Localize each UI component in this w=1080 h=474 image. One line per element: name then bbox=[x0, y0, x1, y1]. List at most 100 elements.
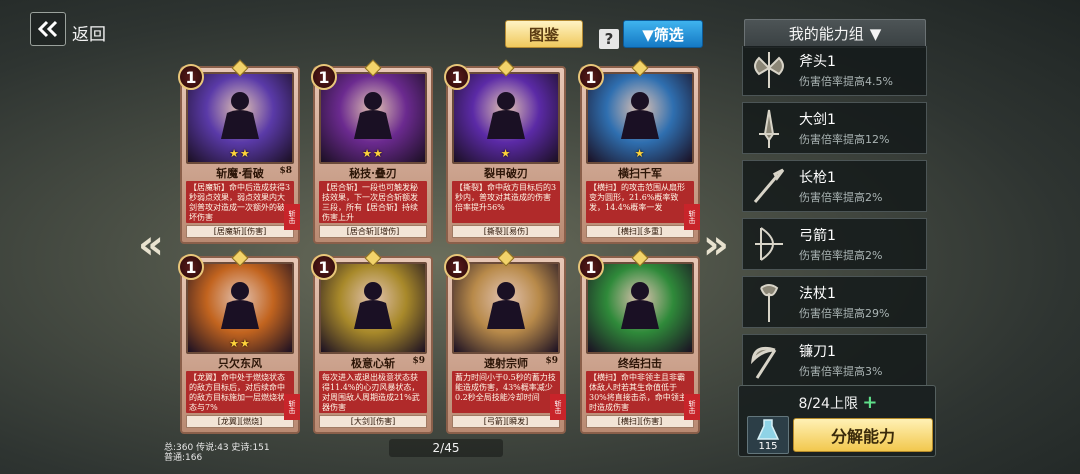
card-cost: 1 bbox=[311, 254, 337, 280]
bow-icon bbox=[747, 222, 791, 266]
card-cost: 1 bbox=[578, 254, 604, 280]
scythe-icon bbox=[747, 338, 791, 382]
card-art: ★ bbox=[586, 72, 694, 164]
card-tags: [龙翼][燃烧] bbox=[186, 415, 294, 428]
card-ribbon: 斩击 bbox=[284, 204, 300, 230]
ability-list[interactable]: 斧头1 伤害倍率提高4.5% 大剑1 伤害倍率提高12% 长枪1 伤害倍率提高2… bbox=[742, 46, 927, 386]
card-stats: 总:360 传说:43 史诗:151 普通:166 bbox=[164, 443, 270, 463]
double-chevron-left-icon bbox=[37, 20, 58, 38]
decompose-button[interactable]: 分解能力 bbox=[793, 418, 933, 452]
back-button[interactable] bbox=[30, 12, 66, 46]
card-cost: 1 bbox=[444, 254, 470, 280]
chevron-down-icon: ▼ bbox=[869, 24, 882, 43]
ability-name: 长枪1 bbox=[799, 170, 836, 186]
card-art bbox=[319, 262, 427, 354]
stats-line-2: 普通:166 bbox=[164, 453, 203, 463]
ability-name: 镰刀1 bbox=[799, 344, 836, 360]
ability-list-item[interactable]: 斧头1 伤害倍率提高4.5% bbox=[742, 46, 927, 96]
ability-card[interactable]: 1 ★★ 斩魔·看破 $8 【居魔斩】命中后造成获得3秒弱点效果，弱点效果内大剑… bbox=[178, 59, 300, 244]
card-stars: ★ bbox=[634, 147, 646, 160]
filter-button[interactable]: ▼筛选 bbox=[623, 20, 703, 48]
ability-group-title: 我的能力组 bbox=[788, 25, 864, 43]
add-capacity-icon[interactable]: + bbox=[862, 392, 877, 413]
codex-button[interactable]: 图鉴 bbox=[505, 20, 583, 48]
ability-name: 弓箭1 bbox=[799, 228, 836, 244]
capacity-text: 8/24上限 + bbox=[739, 392, 937, 413]
card-name: 秘技·叠刃 bbox=[349, 167, 397, 180]
greatsword-icon bbox=[747, 106, 791, 150]
capacity-panel: 8/24上限 + 115 分解能力 bbox=[738, 385, 936, 457]
card-stars: ★★ bbox=[229, 337, 251, 350]
ability-card[interactable]: 1 速射宗师 $9 蓄力时间小于0.5秒的蓄力技能造成伤害，43%概率减少0.2… bbox=[444, 249, 566, 434]
silhouette-icon bbox=[221, 92, 259, 139]
card-stars: ★ bbox=[500, 147, 512, 160]
card-stars: ★★ bbox=[362, 147, 384, 160]
ability-card[interactable]: 1 极意心斩 $9 每次进入或退出极意状态获得11.4%的心刃风暴状态，对周围敌… bbox=[311, 249, 433, 434]
ability-name: 大剑1 bbox=[799, 112, 836, 128]
card-ribbon: 斩击 bbox=[550, 394, 566, 420]
card-tags: [横扫][伤害] bbox=[586, 415, 694, 428]
card-tags: [撕裂][易伤] bbox=[452, 225, 560, 238]
card-description: 【横扫】命中非领主且非霸体敌人时若其生命值低于30%将直接击杀，命中领主时造成伤… bbox=[586, 371, 694, 413]
ability-card[interactable]: 1 ★ 裂甲破刃 【撕裂】命中敌方目标后的3秒内，普攻对其造成的伤害倍率提升56… bbox=[444, 59, 566, 244]
silhouette-icon bbox=[487, 92, 525, 139]
potion-count: 115 bbox=[758, 441, 778, 452]
ability-text: 长枪1 伤害倍率提高2% bbox=[799, 167, 882, 205]
card-name: 极意心斩 bbox=[351, 357, 395, 370]
card-art bbox=[452, 262, 560, 354]
card-description: 【横扫】的攻击范围从扇形变为圆形，21.6%概率致发，14.4%概率一发 bbox=[586, 181, 694, 223]
ability-list-item[interactable]: 弓箭1 伤害倍率提高2% bbox=[742, 218, 927, 270]
card-art bbox=[586, 262, 694, 354]
ability-card[interactable]: 1 ★★ 秘技·叠刃 【居合斩】一段也可触发秘技效果，下一次居合斩额发三段，所有… bbox=[311, 59, 433, 244]
ability-card[interactable]: 1 ★ 横扫千军 【横扫】的攻击范围从扇形变为圆形，21.6%概率致发，14.4… bbox=[578, 59, 700, 244]
card-name: 斩魔·看破 bbox=[216, 167, 264, 180]
next-page-arrow[interactable]: » bbox=[703, 225, 729, 265]
card-name: 横扫千军 bbox=[618, 167, 662, 180]
ability-list-item[interactable]: 长枪1 伤害倍率提高2% bbox=[742, 160, 927, 212]
silhouette-icon bbox=[621, 282, 659, 329]
ability-text: 斧头1 伤害倍率提高4.5% bbox=[799, 51, 893, 89]
card-ribbon: 斩击 bbox=[284, 394, 300, 420]
card-name: 只欠东风 bbox=[218, 357, 262, 370]
card-tags: [居合斩][增伤] bbox=[319, 225, 427, 238]
card-description: 每次进入或退出极意状态获得11.4%的心刃风暴状态，对周围敌人周期造成21%武器… bbox=[319, 371, 427, 413]
card-tags: [弓箭][瞬发] bbox=[452, 415, 560, 428]
ability-effect: 伤害倍率提高12% bbox=[799, 133, 890, 146]
axe-icon bbox=[747, 48, 791, 92]
silhouette-icon bbox=[354, 282, 392, 329]
card-description: 【居魔斩】命中后造成获得3秒弱点效果，弱点效果内大剑普攻对造成一次额外的破坏伤害 bbox=[186, 181, 294, 223]
stats-line-1: 总:360 传说:43 史诗:151 bbox=[164, 443, 270, 453]
card-cost: 1 bbox=[578, 64, 604, 90]
ability-name: 斧头1 bbox=[799, 54, 836, 70]
ability-card[interactable]: 1 终结扫击 【横扫】命中非领主且非霸体敌人时若其生命值低于30%将直接击杀，命… bbox=[578, 249, 700, 434]
capacity-label: 8/24上限 bbox=[798, 396, 858, 412]
prev-page-arrow[interactable]: « bbox=[138, 225, 164, 265]
staff-icon bbox=[747, 280, 791, 324]
ability-text: 镰刀1 伤害倍率提高3% bbox=[799, 341, 882, 379]
ability-effect: 伤害倍率提高2% bbox=[799, 249, 883, 262]
ability-group-dropdown[interactable]: 我的能力组 ▼ bbox=[744, 19, 926, 48]
card-name: 裂甲破刃 bbox=[484, 167, 528, 180]
ability-list-item[interactable]: 法杖1 伤害倍率提高29% bbox=[742, 276, 927, 328]
ability-effect: 伤害倍率提高2% bbox=[799, 191, 883, 204]
ability-effect: 伤害倍率提高29% bbox=[799, 307, 890, 320]
silhouette-icon bbox=[621, 92, 659, 139]
back-label[interactable]: 返回 bbox=[72, 20, 106, 45]
ability-list-item[interactable]: 大剑1 伤害倍率提高12% bbox=[742, 102, 927, 154]
card-description: 【居合斩】一段也可触发秘技效果，下一次居合斩额发三段，所有【居合斩】持续伤害上升 bbox=[319, 181, 427, 223]
card-cost: 1 bbox=[178, 64, 204, 90]
card-ribbon: 斩击 bbox=[684, 204, 700, 230]
silhouette-icon bbox=[221, 282, 259, 329]
card-tags: [大剑][伤害] bbox=[319, 415, 427, 428]
card-art: ★ bbox=[452, 72, 560, 164]
card-stars: ★★ bbox=[229, 147, 251, 160]
ability-text: 法杖1 伤害倍率提高29% bbox=[799, 283, 889, 321]
silhouette-icon bbox=[487, 282, 525, 329]
card-ribbon: 斩击 bbox=[684, 394, 700, 420]
card-price: $8 bbox=[279, 166, 292, 176]
help-icon[interactable]: ? bbox=[599, 29, 619, 49]
card-description: 蓄力时间小于0.5秒的蓄力技能造成伤害，43%概率减少0.2秒全局技能冷却时间 bbox=[452, 371, 560, 413]
ability-card[interactable]: 1 ★★ 只欠东风 【龙翼】命中处于燃烧状态的敌方目标后，对后续命中的敌方目标施… bbox=[178, 249, 300, 434]
ability-list-item[interactable]: 镰刀1 伤害倍率提高3% bbox=[742, 334, 927, 386]
ability-name: 法杖1 bbox=[799, 286, 836, 302]
